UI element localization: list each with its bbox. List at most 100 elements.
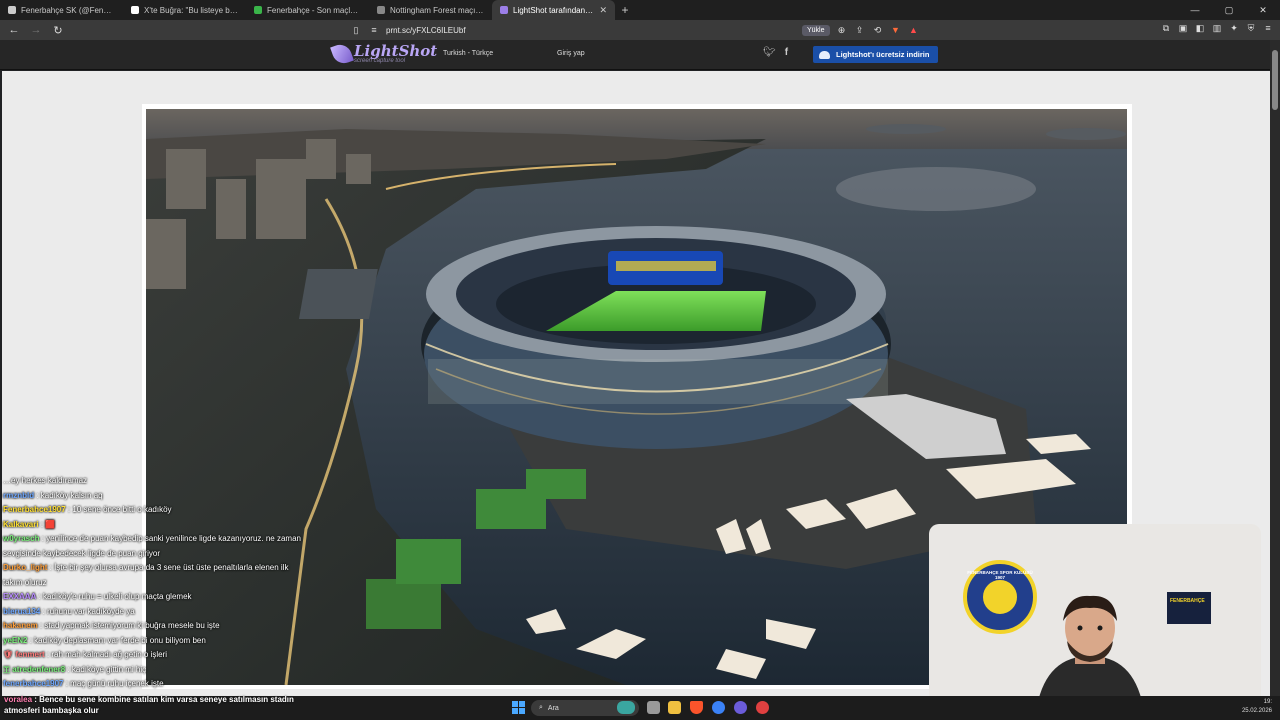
browser-tab[interactable]: Fenerbahçe - Son maçlar, skorlar ve oyun	[246, 0, 369, 20]
crest-text: FENERBAHÇE SPOR KULÜBÜ 1907	[967, 570, 1033, 580]
tab-title: Fenerbahçe - Son maçlar, skorlar ve oyun	[267, 5, 361, 15]
ticker-line2: atmosferi bambaşka olur	[4, 706, 99, 715]
bookmark-icon[interactable]: ▯	[350, 24, 362, 36]
browser-tab[interactable]: Fenerbahçe SK (@Fenerbahce) / X	[0, 0, 123, 20]
minimize-button[interactable]: —	[1178, 0, 1212, 20]
chat-username[interactable]: Kalkavari	[3, 520, 39, 529]
chat-username[interactable]: w0yrasch	[3, 534, 39, 543]
sidebar-icon[interactable]: ◧	[1194, 22, 1206, 34]
share-icon[interactable]: ⇪	[854, 24, 866, 36]
url-field[interactable]: ▯ ≡ prnt.sc/yFXLC6ILEUbf	[350, 22, 800, 38]
fenerbahce-crest: FENERBAHÇE SPOR KULÜBÜ 1907	[963, 560, 1037, 634]
scrollbar-thumb[interactable]	[1272, 50, 1278, 110]
chat-message: yeEN2 : kadıköy deplasmanı var ferde bi …	[3, 635, 206, 645]
file-explorer-icon[interactable]	[668, 701, 681, 714]
tab-strip: Fenerbahçe SK (@Fenerbahce) / X X'te Buğr…	[0, 0, 615, 20]
widgets-icon[interactable]	[617, 701, 635, 714]
chat-message: hakanem : stad yapmak istemiyorum ki buğ…	[3, 621, 220, 630]
chat-text: 🟥	[45, 519, 56, 529]
new-tab-button[interactable]: +	[615, 3, 635, 17]
chat-username[interactable]: fenerbahce1907	[3, 679, 63, 688]
chat-message: 🛡 fenmert : rah mah kalmadı ağ getin o i…	[3, 650, 168, 659]
chat-username[interactable]: blerua134	[3, 607, 40, 616]
obs-icon[interactable]	[756, 701, 769, 714]
download-button[interactable]: Lightshot'ı ücretsiz indirin	[813, 46, 938, 63]
rewards-icon[interactable]: ▲	[908, 24, 920, 36]
chat-text: 10 sene önce bitti o kadıköy	[72, 505, 172, 514]
chat-text: …ey herkes kaldıramaz	[3, 476, 88, 485]
menu-icon[interactable]: ≡	[1262, 22, 1274, 34]
reload-icon[interactable]: ↻	[50, 24, 66, 37]
chrome-icon[interactable]	[712, 701, 725, 714]
chat-username[interactable]: rmznbld	[3, 491, 34, 500]
tab-title: X'te Buğra: "Bu listeye bir de Skrinia" …	[144, 5, 238, 15]
close-tab-icon[interactable]: ✕	[599, 5, 607, 16]
site-info-icon[interactable]: ≡	[368, 24, 380, 36]
chat-text: kadıköy kalsın aq	[40, 490, 103, 500]
chat-username[interactable]: 🇹 atredenfener8	[3, 665, 65, 674]
clock-time: 19:	[1263, 699, 1272, 705]
task-view-icon[interactable]	[647, 701, 660, 714]
chat-text: takım oluruz	[3, 577, 47, 587]
extensions-icon[interactable]: ⧉	[1160, 22, 1172, 34]
language-select[interactable]: Turkish - Türkçe	[443, 50, 493, 57]
stream-chat: …ey herkes kaldıramaz rmznbld : kadıköy k…	[0, 474, 330, 696]
chat-text: ruhunu var kadıköyde ya	[47, 606, 135, 616]
chat-username[interactable]: 🛡 fenmert	[3, 650, 45, 659]
chat-username[interactable]: Fenerbahce1907	[3, 505, 66, 514]
chat-message: Kalkavari : 🟥	[3, 519, 56, 529]
download-label: Lightshot'ı ücretsiz indirin	[836, 50, 930, 59]
chat-message: Fenerbahce1907 : 10 sene önce bitti o ka…	[3, 505, 172, 514]
search-placeholder: Ara	[547, 704, 559, 712]
chat-username[interactable]: yeEN2	[3, 636, 27, 645]
wall-card: FENERBAHÇE	[1167, 592, 1211, 624]
extensions-area: ⧉ ▣ ◧ ▥ ✦ ⛨ ≡	[1160, 22, 1274, 34]
vpn-icon[interactable]: ⛨	[1245, 22, 1257, 34]
back-icon[interactable]: ←	[6, 24, 22, 36]
forward-icon[interactable]: →	[28, 24, 44, 36]
tab-favicon-icon	[254, 6, 262, 14]
upload-button[interactable]: Yükle	[802, 24, 830, 36]
chat-username[interactable]: Durko_light	[3, 563, 47, 572]
split-view-icon[interactable]: ▥	[1211, 22, 1223, 34]
login-link[interactable]: Giriş yap	[557, 50, 585, 57]
close-window-button[interactable]: ✕	[1246, 0, 1280, 20]
system-tray[interactable]: 19: 25.02.2026	[1242, 698, 1272, 716]
scrollbar[interactable]	[1270, 40, 1280, 696]
facebook-icon[interactable]: f	[785, 47, 788, 58]
chat-message: blerua134 : ruhunu var kadıköyde ya	[3, 606, 135, 616]
webcam-overlay: FENERBAHÇE SPOR KULÜBÜ 1907 FENERBAHÇE	[929, 524, 1261, 706]
logo-name: LightShot	[354, 42, 438, 60]
translate-icon[interactable]: ⟲	[872, 24, 884, 36]
address-bar: ← → ↻ ▯ ≡ prnt.sc/yFXLC6ILEUbf Yükle ⊕ ⇪…	[0, 20, 1280, 40]
wallet-icon[interactable]: ▣	[1177, 22, 1189, 34]
chat-message: EXXAAA : kadıköy'e ruhu = ulkeli olup ma…	[3, 592, 192, 601]
brave-shield-icon[interactable]: ▼	[890, 24, 902, 36]
lightshot-logo[interactable]: LightShot screen capture tool	[330, 41, 438, 67]
social-links: 🐦︎ f	[763, 47, 788, 58]
zoom-icon[interactable]: ⊕	[836, 24, 848, 36]
tab-favicon-icon	[131, 6, 139, 14]
discord-icon[interactable]	[734, 701, 747, 714]
twitter-icon[interactable]: 🐦︎	[763, 47, 776, 58]
browser-tab[interactable]: Nottingham Forest maçının hazırlıkları	[369, 0, 492, 20]
chat-message: fenerbahce1907 : maç günü ruhu içenek iş…	[3, 679, 164, 688]
chat-text: rah mah kalmadı ağ getin o işleri	[51, 650, 168, 659]
address-actions: Yükle ⊕ ⇪ ⟲ ▼ ▲	[802, 22, 920, 38]
windows-start-icon[interactable]	[512, 701, 525, 714]
maximize-button[interactable]: ▢	[1212, 0, 1246, 20]
tab-title: LightShot tarafından Ekran Görüntüsü	[513, 5, 594, 15]
chat-username[interactable]: hakanem	[3, 621, 38, 630]
card-text: FENERBAHÇE	[1170, 598, 1205, 604]
brave-icon[interactable]	[690, 701, 703, 714]
lightshot-header: LightShot screen capture tool Turkish - …	[0, 40, 1280, 70]
browser-tab[interactable]: LightShot tarafından Ekran Görüntüsü ✕	[492, 0, 615, 20]
url-text: prnt.sc/yFXLC6ILEUbf	[386, 25, 466, 35]
tab-title: Fenerbahçe SK (@Fenerbahce) / X	[21, 5, 115, 15]
chat-message: sevgisinde kaybedecek ligde de puan giri…	[0, 547, 330, 562]
browser-tab[interactable]: X'te Buğra: "Bu listeye bir de Skrinia" …	[123, 0, 246, 20]
chat-message: 🇹 atredenfener8 : kadıköye gittin mi hiç	[3, 664, 147, 674]
leo-icon[interactable]: ✦	[1228, 22, 1240, 34]
chat-text: İşte bir şey olursa avrupa da 3 sene üst…	[54, 563, 289, 572]
chat-username[interactable]: EXXAAA	[3, 592, 36, 601]
